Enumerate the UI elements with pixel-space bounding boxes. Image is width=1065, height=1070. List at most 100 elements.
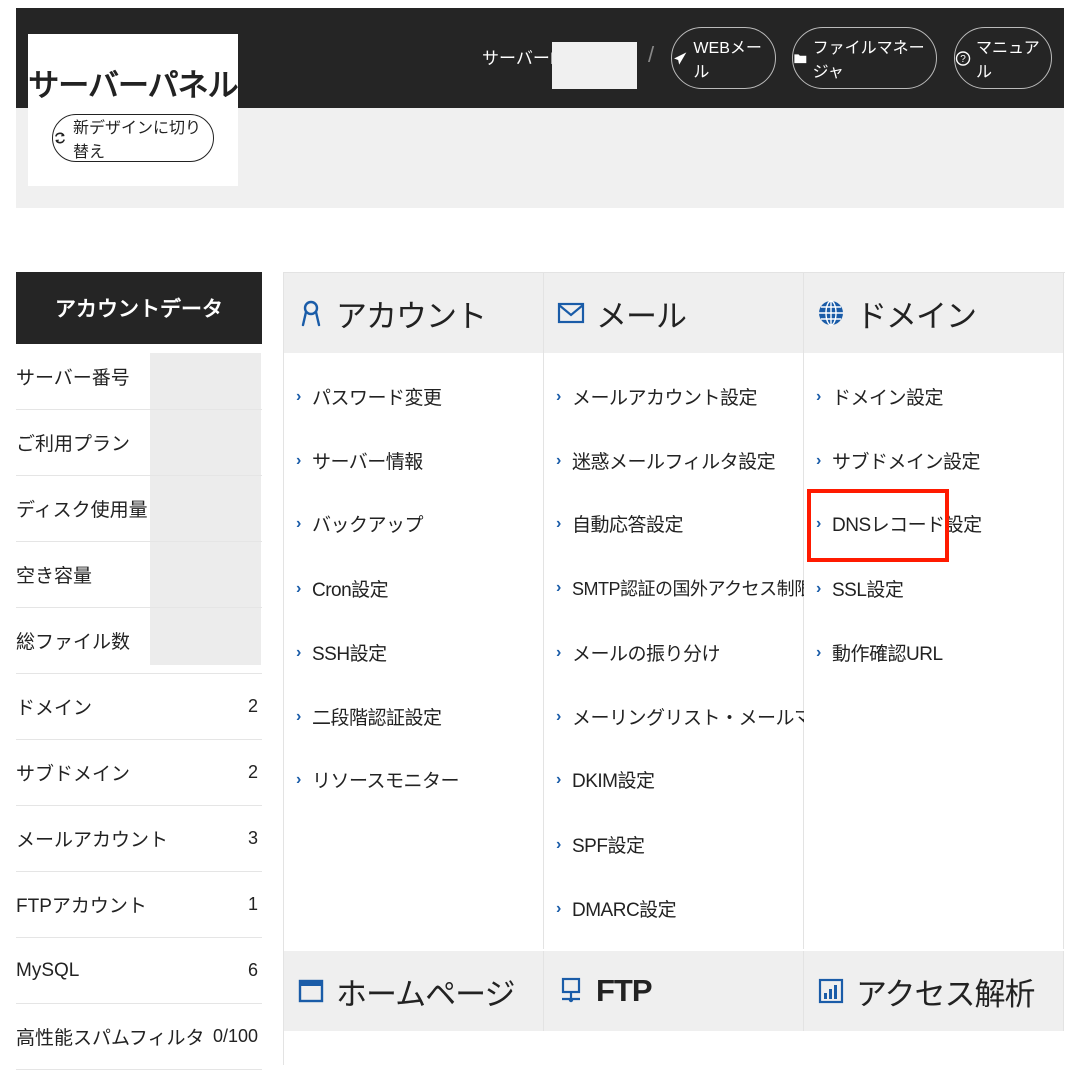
chevron-right-icon: ›: [816, 451, 821, 469]
sidebar-row-label: ディスク使用量: [16, 500, 148, 521]
link-dmarc-settings[interactable]: › DMARC設定: [556, 895, 677, 922]
link-backup[interactable]: › バックアップ: [296, 510, 424, 537]
account-data-heading: アカウントデータ: [16, 272, 262, 344]
chevron-right-icon: ›: [556, 451, 561, 469]
link-cron-settings[interactable]: › Cron設定: [296, 575, 389, 602]
sidebar-row-mysql: MySQL 6: [16, 938, 262, 1004]
menu-link-label: 迷惑メールフィルタ設定: [572, 452, 776, 473]
menu-link-label: 動作確認URL: [832, 644, 943, 665]
chevron-right-icon: ›: [296, 387, 301, 405]
menu-link-label: SPF設定: [572, 836, 645, 857]
section-title-homepage: ホームページ: [336, 976, 515, 1012]
sidebar-row-label: FTPアカウント: [16, 896, 147, 917]
menu-link-label: DKIM設定: [572, 771, 655, 792]
chevron-right-icon: ›: [296, 707, 301, 725]
sidebar-row-value: 2: [247, 696, 258, 716]
chevron-right-icon: ›: [816, 643, 821, 661]
chevron-right-icon: ›: [296, 643, 301, 661]
menu-link-label: サーバー情報: [312, 452, 423, 473]
sidebar-row-label: サーバー番号: [16, 368, 130, 389]
file-manager-button[interactable]: ファイルマネージャ: [792, 27, 937, 89]
section-header-homepage: ホームページ: [284, 951, 544, 1031]
link-resource-monitor[interactable]: › リソースモニター: [296, 766, 460, 793]
section-header-domain: ドメイン: [804, 273, 1064, 353]
file-manager-label: ファイルマネージャ: [812, 40, 925, 81]
section-title-mail: メール: [596, 298, 687, 334]
chevron-right-icon: ›: [296, 770, 301, 788]
sidebar-row-mail-account: メールアカウント 3: [16, 806, 262, 872]
link-domain-settings[interactable]: › ドメイン設定: [816, 383, 944, 410]
link-auto-reply-settings[interactable]: › 自動応答設定: [556, 510, 684, 537]
menu-link-label: メールの振り分け: [572, 644, 721, 665]
sidebar-row-subdomain: サブドメイン 2: [16, 740, 262, 806]
chevron-right-icon: ›: [556, 387, 561, 405]
menu-link-label: サブドメイン設定: [832, 452, 981, 473]
sidebar-row-value: 0/100: [212, 1026, 258, 1046]
sidebar-row-disk-usage: ディスク使用量: [16, 476, 262, 542]
menu-link-label: Cron設定: [312, 580, 389, 601]
manual-label: マニュアル: [976, 40, 1040, 81]
menu-link-label: メールアカウント設定: [572, 388, 758, 409]
sidebar-row-value: 3: [247, 828, 258, 848]
link-ssh-settings[interactable]: › SSH設定: [296, 639, 387, 666]
header-divider: /: [648, 42, 655, 67]
chevron-right-icon: ›: [556, 899, 561, 917]
link-subdomain-settings[interactable]: › サブドメイン設定: [816, 447, 981, 474]
window-icon: [298, 979, 324, 1003]
menu-link-label: SSL設定: [832, 580, 904, 601]
dns-highlight-box: [807, 489, 949, 562]
panel-logo-title: サーバーパネル: [28, 68, 238, 103]
link-server-info[interactable]: › サーバー情報: [296, 447, 423, 474]
menu-link-label: パスワード変更: [312, 388, 442, 409]
webmail-label: WEBメール: [693, 40, 762, 81]
refresh-icon: [55, 132, 65, 144]
domain-menu: › ドメイン設定 › サブドメイン設定 › DNSレコード設定 › SSL設定 …: [804, 353, 1064, 949]
chevron-right-icon: ›: [556, 770, 561, 788]
webmail-button[interactable]: WEBメール: [671, 27, 776, 89]
menu-link-label: 二段階認証設定: [312, 708, 442, 729]
section-header-access-analysis: アクセス解析: [804, 951, 1064, 1031]
menu-link-label: バックアップ: [312, 515, 424, 536]
section-title-domain: ドメイン: [856, 298, 977, 334]
menu-link-label: 自動応答設定: [572, 515, 684, 536]
help-circle-icon: ?: [955, 50, 971, 66]
svg-text:?: ?: [960, 54, 966, 65]
globe-icon: [819, 300, 843, 326]
sidebar-row-label: 総ファイル数: [16, 632, 131, 653]
link-spf-settings[interactable]: › SPF設定: [556, 831, 645, 858]
link-dkim-settings[interactable]: › DKIM設定: [556, 766, 655, 793]
sidebar-row-file-count: 総ファイル数: [16, 608, 262, 674]
link-ssl-settings[interactable]: › SSL設定: [816, 575, 904, 602]
server-id-value: [552, 42, 637, 89]
sidebar-row-value: 2: [247, 762, 258, 782]
sidebar-row-label: ご利用プラン: [16, 434, 131, 455]
link-test-url[interactable]: › 動作確認URL: [816, 639, 943, 666]
monitor-network-icon: [561, 977, 581, 1003]
sidebar-row-server-number: サーバー番号: [16, 344, 262, 410]
sidebar-row-ftp-account: FTPアカウント 1: [16, 872, 262, 938]
paper-plane-icon: [674, 51, 687, 65]
chevron-right-icon: ›: [296, 451, 301, 469]
bar-chart-icon: [818, 978, 844, 1004]
link-spam-filter-settings[interactable]: › 迷惑メールフィルタ設定: [556, 447, 776, 474]
sidebar-row-label: サブドメイン: [16, 764, 131, 785]
sidebar-row-plan: ご利用プラン: [16, 410, 262, 476]
chevron-right-icon: ›: [556, 643, 561, 661]
folder-icon: [794, 53, 807, 63]
link-two-factor-auth[interactable]: › 二段階認証設定: [296, 703, 442, 730]
switch-design-label: 新デザインに切り替え: [73, 120, 202, 161]
chevron-right-icon: ›: [816, 387, 821, 405]
manual-button[interactable]: ? マニュアル: [954, 27, 1052, 89]
switch-design-button[interactable]: 新デザインに切り替え: [52, 114, 214, 162]
sidebar-row-label: メールアカウント: [16, 830, 169, 851]
sidebar-row-label: 高性能スパムフィルタ: [16, 1028, 205, 1049]
menu-link-label: リソースモニター: [312, 771, 460, 792]
link-mail-account-settings[interactable]: › メールアカウント設定: [556, 383, 758, 410]
link-password-change[interactable]: › パスワード変更: [296, 383, 442, 410]
sidebar-row-domain: ドメイン 2: [16, 674, 262, 740]
sidebar-row-value: 6: [247, 960, 258, 980]
user-icon: [301, 300, 321, 327]
section-title-account: アカウント: [336, 298, 487, 334]
sidebar-row-free-space: 空き容量: [16, 542, 262, 608]
link-mail-sorting[interactable]: › メールの振り分け: [556, 639, 721, 666]
